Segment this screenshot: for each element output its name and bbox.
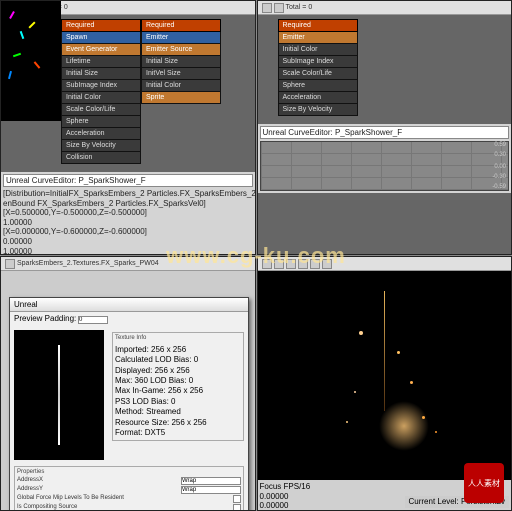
module-row[interactable]: Event Generator [61,44,141,56]
module-row[interactable]: Spawn [61,32,141,44]
axis-tick: 0.00 [494,164,506,170]
total-value: 0 [64,4,68,11]
module-row[interactable]: Acceleration [61,128,141,140]
module-row[interactable]: Initial Size [61,68,141,80]
logo-badge: 人人素材 [464,463,504,503]
tool-icon[interactable] [310,259,320,269]
viewport[interactable] [1,1,61,121]
panel-bottom-left: SparksEmbers_2.Textures.FX_Sparks_PW04 U… [0,256,256,511]
info-row: Method: Streamed [115,407,241,417]
props-title: Properties [17,469,241,475]
texinfo-title: Texture Info [115,335,241,343]
info-row: Format: DXT5 [115,428,241,438]
axis-tick: 0.59 [494,142,506,148]
tool-icon[interactable] [262,259,272,269]
module-row[interactable]: InitVel Size [141,68,221,80]
padding-label: Preview Padding: [14,314,76,323]
panel-top-right: Total = 0 Required Emitter Initial Color… [257,0,512,255]
tool-icon[interactable] [322,259,332,269]
panel-top-left: Total = 0 Required Spawn Event Generator… [0,0,256,255]
tool-icon[interactable] [262,3,272,13]
emitter-modules: Required Spawn Event Generator Lifetime … [61,19,235,164]
info-row: Imported: 256 x 256 [115,345,241,355]
dialog-title: Unreal [10,298,248,312]
total-value: 0 [308,4,312,11]
tool-icon[interactable] [5,259,15,269]
module-row[interactable]: SubImage Index [278,56,358,68]
info-row: Displayed: 256 x 256 [115,366,241,376]
toolbar: SparksEmbers_2.Textures.FX_Sparks_PW04 [1,257,255,271]
prop-label: Global Force Mip Levels To Be Resident [17,495,124,503]
module-row[interactable]: SubImage Index [61,80,141,92]
emitter-header[interactable]: Required [278,19,358,32]
prop-label: Is Compositing Source [17,504,77,511]
module-row[interactable]: Sphere [61,116,141,128]
texture-preview [14,330,104,460]
tool-icon[interactable] [274,3,284,13]
module-row[interactable]: Size By Velocity [61,140,141,152]
info-row: Max: 360 LOD Bias: 0 [115,376,241,386]
info-row: Max In-Game: 256 x 256 [115,386,241,396]
tool-icon[interactable] [286,259,296,269]
prop-label: AddressX [17,477,43,485]
tool-icon[interactable] [298,259,308,269]
module-row[interactable]: Emitter Source [141,44,221,56]
module-row[interactable]: Acceleration [278,92,358,104]
axis-tick: -0.59 [492,184,506,190]
curve-graph[interactable]: 0.59 0.30 0.00 -0.30 -0.59 [260,141,510,191]
checkbox[interactable] [233,495,241,503]
texture-dialog: Unreal Preview Padding: Texture Info Imp… [9,297,249,511]
module-row[interactable]: Collision [61,152,141,164]
total-label: Total = [286,4,307,11]
texture-path: SparksEmbers_2.Textures.FX_Sparks_PW04 [17,260,159,267]
info-row: Resource Size: 256 x 256 [115,418,241,428]
module-row[interactable]: Size By Velocity [278,104,358,116]
render-viewport[interactable] [258,271,512,480]
addressx-field[interactable] [181,477,241,485]
tool-icon[interactable] [274,259,284,269]
toolbar [258,257,512,271]
module-row[interactable]: Initial Color [278,44,358,56]
module-row[interactable]: Initial Color [61,92,141,104]
emitter-header[interactable]: Required [141,19,221,32]
module-row[interactable]: Lifetime [61,56,141,68]
module-row[interactable]: Initial Size [141,56,221,68]
curve-editor-title: Unreal CurveEditor: P_SparkShower_F [3,174,253,187]
module-row[interactable]: Emitter [141,32,221,44]
prop-label: AddressY [17,486,43,494]
curve-editor-title: Unreal CurveEditor: P_SparkShower_F [260,126,510,139]
module-row[interactable]: Scale Color/Life [61,104,141,116]
texture-info: Texture Info Imported: 256 x 256 Calcula… [108,326,248,464]
module-row[interactable]: Emitter [278,32,358,44]
checkbox[interactable] [233,504,241,511]
toolbar: Total = 0 [258,1,512,15]
module-row[interactable]: Scale Color/Life [278,68,358,80]
module-row[interactable]: Sphere [278,80,358,92]
axis-tick: 0.30 [494,152,506,158]
info-row: Calculated LOD Bias: 0 [115,355,241,365]
emitter-modules: Required Emitter Initial Color SubImage … [278,19,492,116]
addressy-field[interactable] [181,486,241,494]
module-row[interactable]: Sprite [141,92,221,104]
axis-tick: -0.30 [492,174,506,180]
curve-editor-panel: Unreal CurveEditor: P_SparkShower_F [Dis… [1,172,255,255]
curve-editor-panel: Unreal CurveEditor: P_SparkShower_F 0.59… [258,124,512,193]
emitter-header[interactable]: Required [61,19,141,32]
info-row: PS3 LOD Bias: 0 [115,397,241,407]
padding-input[interactable] [78,316,108,324]
module-row[interactable]: Initial Color [141,80,221,92]
distribution-text: [Distribution=InitialFX_SparksEmbers_2 P… [3,189,253,255]
